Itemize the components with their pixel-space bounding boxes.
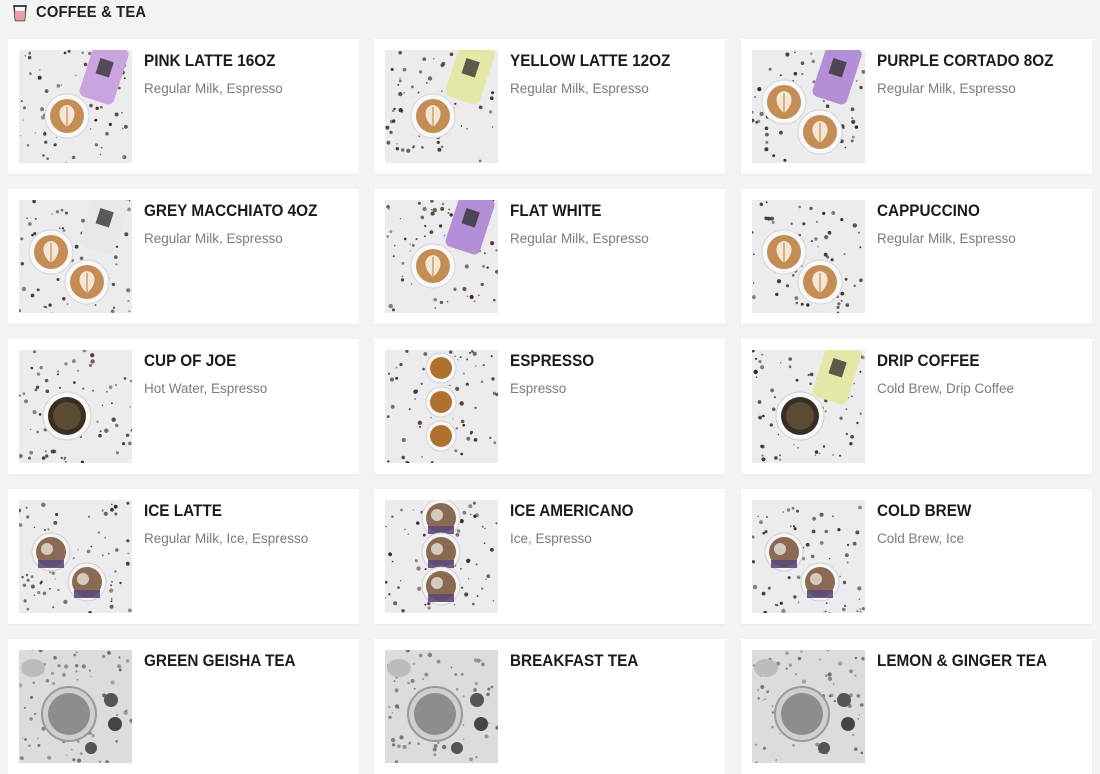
menu-item-card[interactable]: ICE LATTE Regular Milk, Ice, Espresso xyxy=(8,489,359,624)
menu-item-description: Regular Milk, Espresso xyxy=(877,231,1016,246)
menu-item-description: Regular Milk, Espresso xyxy=(144,231,283,246)
menu-item-card[interactable]: CUP OF JOE Hot Water, Espresso xyxy=(8,339,359,474)
menu-item-card[interactable]: ESPRESSO Espresso xyxy=(374,339,725,474)
menu-item-description: Regular Milk, Ice, Espresso xyxy=(144,531,309,546)
coffee-photo xyxy=(19,50,132,163)
coffee-photo xyxy=(385,50,498,163)
menu-item-card[interactable]: GREEN GEISHA TEA xyxy=(8,639,359,774)
menu-item-card[interactable]: ICE AMERICANO Ice, Espresso xyxy=(374,489,725,624)
menu-item-name: CAPPUCCINO xyxy=(877,201,980,220)
menu-item-description: Cold Brew, Drip Coffee xyxy=(877,381,1015,396)
iced-coffee-photo xyxy=(752,500,865,613)
menu-item-card[interactable]: PURPLE CORTADO 8OZ Regular Milk, Espresso xyxy=(741,39,1092,174)
menu-item-name: FLAT WHITE xyxy=(510,201,602,220)
menu-item-description: Regular Milk, Espresso xyxy=(144,81,283,96)
section-title: COFFEE & TEA xyxy=(36,4,147,21)
tea-photo xyxy=(19,650,132,763)
menu-item-name: LEMON & GINGER TEA xyxy=(877,651,1048,670)
coffee-photo xyxy=(752,50,865,163)
coffee-photo xyxy=(385,350,498,463)
menu-item-card[interactable]: BREAKFAST TEA xyxy=(374,639,725,774)
menu-item-card[interactable]: FLAT WHITE Regular Milk, Espresso xyxy=(374,189,725,324)
iced-coffee-photo xyxy=(19,500,132,613)
menu-item-card[interactable]: LEMON & GINGER TEA xyxy=(741,639,1092,774)
iced-coffee-photo xyxy=(385,500,498,613)
menu-item-name: ICE LATTE xyxy=(144,501,222,520)
menu-item-description: Regular Milk, Espresso xyxy=(510,81,649,96)
menu-item-description: Cold Brew, Ice xyxy=(877,531,965,546)
section-header: COFFEE & TEA xyxy=(12,3,156,23)
menu-item-name: COLD BREW xyxy=(877,501,972,520)
menu-item-card[interactable]: DRIP COFFEE Cold Brew, Drip Coffee xyxy=(741,339,1092,474)
menu-item-description: Hot Water, Espresso xyxy=(144,381,268,396)
tea-photo xyxy=(752,650,865,763)
coffee-photo xyxy=(19,200,132,313)
menu-item-card[interactable]: GREY MACCHIATO 4OZ Regular Milk, Espresso xyxy=(8,189,359,324)
menu-item-card[interactable]: YELLOW LATTE 12OZ Regular Milk, Espresso xyxy=(374,39,725,174)
coffee-photo xyxy=(385,200,498,313)
menu-item-name: CUP OF JOE xyxy=(144,351,237,370)
menu-item-name: BREAKFAST TEA xyxy=(510,651,639,670)
cup-icon xyxy=(13,5,27,22)
menu-item-card[interactable]: CAPPUCCINO Regular Milk, Espresso xyxy=(741,189,1092,324)
menu-item-name: GREEN GEISHA TEA xyxy=(144,651,296,670)
menu-item-name: PURPLE CORTADO 8OZ xyxy=(877,51,1054,70)
menu-item-name: ESPRESSO xyxy=(510,351,595,370)
menu-item-name: GREY MACCHIATO 4OZ xyxy=(144,201,318,220)
menu-item-name: DRIP COFFEE xyxy=(877,351,980,370)
menu-item-name: YELLOW LATTE 12OZ xyxy=(510,51,671,70)
menu-item-card[interactable]: COLD BREW Cold Brew, Ice xyxy=(741,489,1092,624)
tea-photo xyxy=(385,650,498,763)
coffee-photo xyxy=(19,350,132,463)
coffee-photo xyxy=(752,200,865,313)
menu-item-description: Espresso xyxy=(510,381,567,396)
menu-item-description: Regular Milk, Espresso xyxy=(877,81,1016,96)
menu-item-name: PINK LATTE 16OZ xyxy=(144,51,276,70)
menu-item-description: Ice, Espresso xyxy=(510,531,592,546)
menu-item-name: ICE AMERICANO xyxy=(510,501,634,520)
menu-item-card[interactable]: PINK LATTE 16OZ Regular Milk, Espresso xyxy=(8,39,359,174)
menu-item-description: Regular Milk, Espresso xyxy=(510,231,649,246)
coffee-photo xyxy=(752,350,865,463)
